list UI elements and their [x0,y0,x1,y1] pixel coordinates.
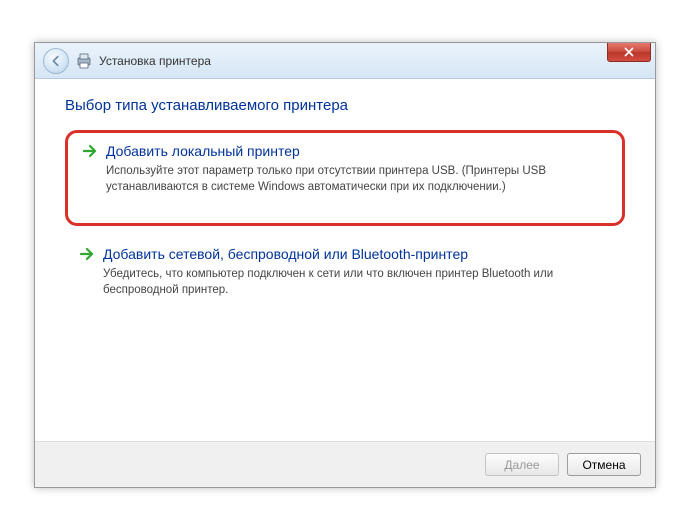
option-description: Используйте этот параметр только при отс… [106,163,608,195]
option-title: Добавить локальный принтер [106,143,300,159]
close-icon [624,47,634,57]
option-description: Убедитесь, что компьютер подключен к сет… [103,266,611,298]
back-arrow-icon [49,54,63,68]
option-head: Добавить сетевой, беспроводной или Bluet… [79,246,611,262]
titlebar-title: Установка принтера [99,54,211,68]
option-add-local-printer[interactable]: Добавить локальный принтер Используйте э… [65,130,625,226]
printer-icon [75,52,93,70]
next-button[interactable]: Далее [485,453,559,476]
cancel-button[interactable]: Отмена [567,453,641,476]
close-button[interactable] [607,43,651,62]
back-button[interactable] [43,48,69,74]
arrow-right-icon [82,143,98,159]
option-add-network-printer[interactable]: Добавить сетевой, беспроводной или Bluet… [65,236,625,312]
content-area: Выбор типа устанавливаемого принтера Доб… [35,79,655,441]
titlebar: Установка принтера [35,43,655,79]
option-title: Добавить сетевой, беспроводной или Bluet… [103,246,468,262]
wizard-window: Установка принтера Выбор типа устанавлив… [34,42,656,488]
footer: Далее Отмена [35,441,655,487]
arrow-right-icon [79,246,95,262]
option-head: Добавить локальный принтер [82,143,608,159]
page-heading: Выбор типа устанавливаемого принтера [65,97,625,114]
